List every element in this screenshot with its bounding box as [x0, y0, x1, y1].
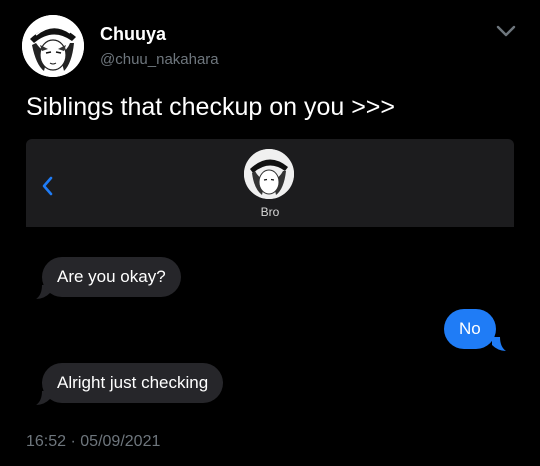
- tweet-text: Siblings that checkup on you >>>: [26, 93, 396, 121]
- chevron-down-icon[interactable]: [496, 24, 516, 38]
- anime-avatar-icon: [244, 149, 294, 199]
- timestamp-separator: ·: [70, 433, 76, 450]
- tweet-timestamp[interactable]: 16:52 · 05/09/2021: [26, 433, 160, 451]
- display-name[interactable]: Chuuya: [100, 24, 166, 45]
- imessage-header: Bro: [26, 139, 514, 227]
- message-bubble-received[interactable]: Are you okay?: [42, 257, 181, 297]
- tweet-media[interactable]: Bro Are you okay? No Alright just checki…: [26, 139, 514, 417]
- message-bubble-received[interactable]: Alright just checking: [42, 363, 224, 403]
- chevron-left-icon[interactable]: [40, 175, 54, 197]
- contact-name[interactable]: Bro: [26, 205, 514, 219]
- tweet-date: 05/09/2021: [80, 433, 161, 450]
- bubble-tail: [492, 337, 506, 351]
- contact-avatar[interactable]: [244, 149, 294, 199]
- user-handle[interactable]: @chuu_nakahara: [100, 51, 219, 68]
- profile-avatar[interactable]: [22, 15, 84, 77]
- message-bubble-sent[interactable]: No: [444, 309, 496, 349]
- anime-avatar-icon: [22, 15, 84, 77]
- tweet-time: 16:52: [26, 433, 67, 450]
